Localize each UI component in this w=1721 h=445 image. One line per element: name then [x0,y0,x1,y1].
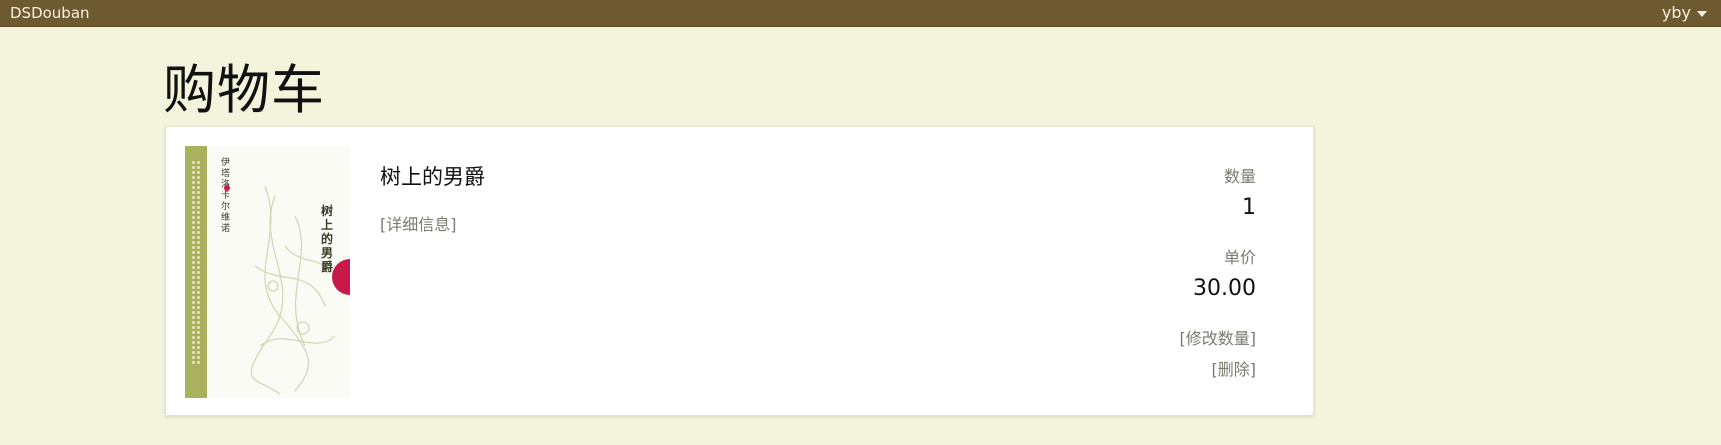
top-navbar: DSDouban yby [0,0,1721,27]
delete-item-link[interactable]: [删除] [1180,356,1257,379]
modify-quantity-link[interactable]: [修改数量] [1180,325,1257,348]
quantity-label: 数量 [1223,167,1256,186]
unit-price-label: 单价 [1223,248,1256,267]
cart-item-card: 伊塔洛卡尔维诺 树上的男爵 树上的男爵 [详细信息] 数量 1 单价 30.00… [165,126,1314,416]
book-title: 树上的男爵 [380,165,485,189]
brand-link[interactable]: DSDouban [10,4,90,22]
book-cover-image[interactable]: 伊塔洛卡尔维诺 树上的男爵 [185,146,350,398]
cover-title-text: 树上的男爵 [321,204,334,274]
quantity-value: 1 [1242,195,1256,220]
username-label: yby [1661,3,1691,22]
detail-info-link[interactable]: [详细信息] [380,211,457,235]
user-menu-dropdown[interactable]: yby [1662,3,1707,22]
unit-price-value: 30.00 [1193,276,1256,301]
item-summary: 数量 1 单价 30.00 [修改数量] [删除] [1180,163,1257,379]
caret-down-icon [1697,10,1707,17]
page-title: 购物车 [163,60,325,121]
